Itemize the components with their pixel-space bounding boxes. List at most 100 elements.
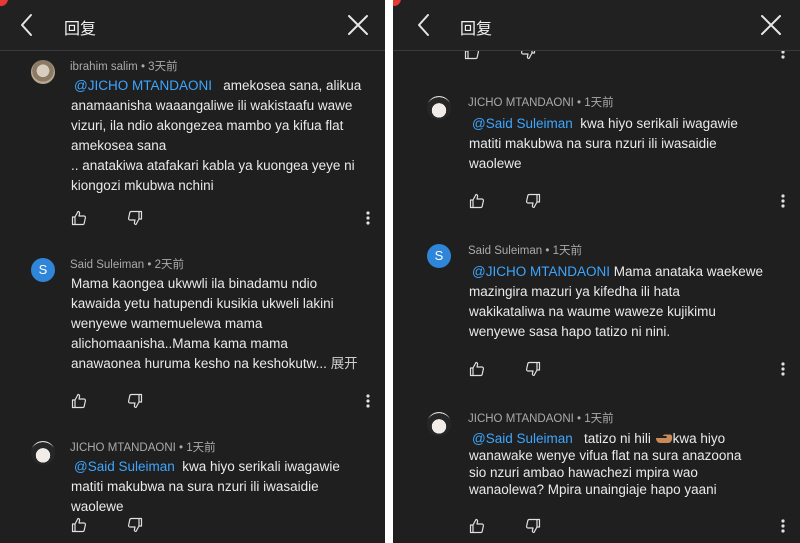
- comment-author[interactable]: Said Suleiman: [468, 245, 542, 257]
- comment-author[interactable]: JICHO MTANDAONI: [468, 97, 574, 109]
- comment-meta: JICHO MTANDAONI • 1天前: [468, 97, 614, 109]
- comment-line: vizuri, ila ndio akongezea mambo ya kifu…: [71, 118, 344, 133]
- thumb-up-icon: [71, 210, 87, 226]
- like-button[interactable]: [71, 517, 87, 533]
- comment-line: mazingira mazuri ya kifedha ili hata: [469, 284, 680, 299]
- thumb-up-icon: [469, 193, 485, 209]
- comment-meta: JICHO MTANDAONI • 1天前: [70, 442, 216, 454]
- more-vert-icon: [781, 519, 785, 533]
- header-title: 回复: [460, 21, 493, 38]
- comment-author[interactable]: Said Suleiman: [70, 259, 144, 271]
- thumb-down-icon: [127, 517, 143, 533]
- comment-actions: [469, 518, 785, 534]
- comment-line: wenyewe wamemuelewa mama: [71, 316, 263, 331]
- mention-link[interactable]: @Said Suleiman: [74, 459, 175, 474]
- comment-actions: [71, 393, 371, 409]
- like-button[interactable]: [469, 193, 485, 209]
- thumb-up-icon: [71, 393, 87, 409]
- comment-line: kwa hiyo serikali iwagawie: [182, 459, 340, 474]
- comment-line: kwa hiyo: [672, 431, 726, 446]
- comment-line: Mama anataka waekewe: [613, 264, 764, 279]
- thumb-up-icon: [469, 518, 485, 534]
- avatar[interactable]: [427, 96, 451, 120]
- mention-link[interactable]: @Said Suleiman: [472, 116, 573, 131]
- comment-text: Mama kaongea ukwwli ila binadamu ndio ka…: [71, 274, 358, 374]
- backhand-index-pointing-right-icon: [655, 434, 673, 444]
- comment-line: alichomaanisha..Mama kama mama: [71, 336, 288, 351]
- header-title: 回复: [64, 21, 97, 38]
- comment-time: 1天前: [584, 413, 614, 425]
- comment-line: wenyewe sasa hapo tatizo ni nini.: [469, 324, 671, 339]
- more-button[interactable]: [780, 518, 786, 534]
- more-vert-icon: [781, 194, 785, 208]
- more-button[interactable]: [780, 361, 786, 377]
- comment-meta: Said Suleiman • 2天前: [70, 259, 184, 271]
- reply-header: 回复: [0, 0, 385, 51]
- comment-line: Mama kaongea ukwwli ila binadamu ndio: [71, 276, 318, 291]
- avatar[interactable]: [31, 441, 55, 465]
- comment-line: matiti makubwa na sura nzuri ili iwasaid…: [71, 479, 319, 494]
- avatar[interactable]: S: [31, 258, 55, 282]
- more-button[interactable]: [365, 393, 371, 409]
- more-vert-icon: [366, 211, 370, 225]
- back-button[interactable]: [14, 12, 40, 38]
- comment-actions: [469, 193, 785, 209]
- mention-link[interactable]: @Said Suleiman: [472, 431, 573, 446]
- chevron-left-icon: [21, 14, 32, 36]
- comment-line: kawaida yetu hatupendi kusikia ukweli la…: [71, 296, 334, 311]
- close-button[interactable]: [760, 14, 782, 36]
- comment-actions: [469, 361, 785, 377]
- dislike-button[interactable]: [525, 193, 541, 209]
- comment-actions: [71, 517, 371, 533]
- comment-line: tatizo ni hili: [584, 431, 651, 446]
- comment-line: anamaanisha waaangaliwe ili wakistaafu w…: [71, 98, 353, 113]
- comment-text: @Said Suleiman kwa hiyo serikali iwagawi…: [469, 114, 738, 174]
- comment-author[interactable]: ibrahim salim: [70, 61, 138, 73]
- thumb-down-icon: [127, 393, 143, 409]
- comment-meta: JICHO MTANDAONI • 1天前: [468, 413, 614, 425]
- comment-meta: ibrahim salim • 3天前: [70, 61, 178, 73]
- comment-line: amekosea sana: [71, 138, 167, 153]
- like-button[interactable]: [71, 210, 87, 226]
- avatar[interactable]: [427, 412, 451, 436]
- comment-meta: Said Suleiman • 1天前: [468, 245, 582, 257]
- like-button[interactable]: [469, 518, 485, 534]
- dislike-button[interactable]: [127, 517, 143, 533]
- thumb-down-icon: [525, 518, 541, 534]
- comment-author[interactable]: JICHO MTANDAONI: [70, 442, 176, 454]
- comment-line: matiti makubwa na sura nzuri ili iwasaid…: [469, 136, 717, 151]
- comment-text: @Said Suleiman kwa hiyo serikali iwagawi…: [71, 457, 340, 517]
- more-button[interactable]: [365, 210, 371, 226]
- like-button[interactable]: [71, 393, 87, 409]
- dislike-button[interactable]: [127, 393, 143, 409]
- reply-header: 回复: [393, 0, 800, 51]
- comment-text: @Said Suleiman tatizo ni hili kwa hiyo w…: [469, 430, 741, 498]
- left-screenshot-panel: 回复 ibrahim salim • 3天前 @JICHO MTANDAONI …: [0, 0, 385, 543]
- comment-text: @JICHO MTANDAONI amekosea sana, alikua a…: [71, 76, 361, 196]
- comment-text: @JICHO MTANDAONI Mama anataka waekewe ma…: [469, 262, 763, 342]
- comment-actions: [71, 210, 371, 226]
- comment-author[interactable]: JICHO MTANDAONI: [468, 413, 574, 425]
- comment-time: 1天前: [584, 97, 614, 109]
- more-button[interactable]: [780, 193, 786, 209]
- mention-link[interactable]: @JICHO MTANDAONI: [472, 264, 610, 279]
- comment-line: wanawake wenye vifua flat na sura anazoo…: [469, 448, 742, 463]
- comment-line: waolewe: [469, 156, 522, 171]
- comment-line: .. anatakiwa atafakari kabla ya kuongea …: [71, 158, 355, 173]
- mention-link[interactable]: @JICHO MTANDAONI: [74, 78, 212, 93]
- close-button[interactable]: [347, 14, 369, 36]
- right-screenshot-panel: 回复 JICHO MTANDAONI • 1天前 @Said Suleiman …: [393, 0, 800, 543]
- expand-link[interactable]: 展开: [331, 356, 358, 371]
- dislike-button[interactable]: [525, 361, 541, 377]
- comment-line: anawaonea huruma kesho na keshokutw...: [71, 356, 327, 371]
- thumb-down-icon: [525, 193, 541, 209]
- comment-line: sio nzuri ambao hawachezi mpira wao: [469, 465, 698, 480]
- avatar[interactable]: S: [427, 244, 451, 268]
- like-button[interactable]: [469, 361, 485, 377]
- dislike-button[interactable]: [525, 518, 541, 534]
- comment-time: 1天前: [552, 245, 582, 257]
- dislike-button[interactable]: [127, 210, 143, 226]
- close-icon: [761, 15, 781, 35]
- back-button[interactable]: [411, 12, 437, 38]
- avatar[interactable]: [31, 60, 55, 84]
